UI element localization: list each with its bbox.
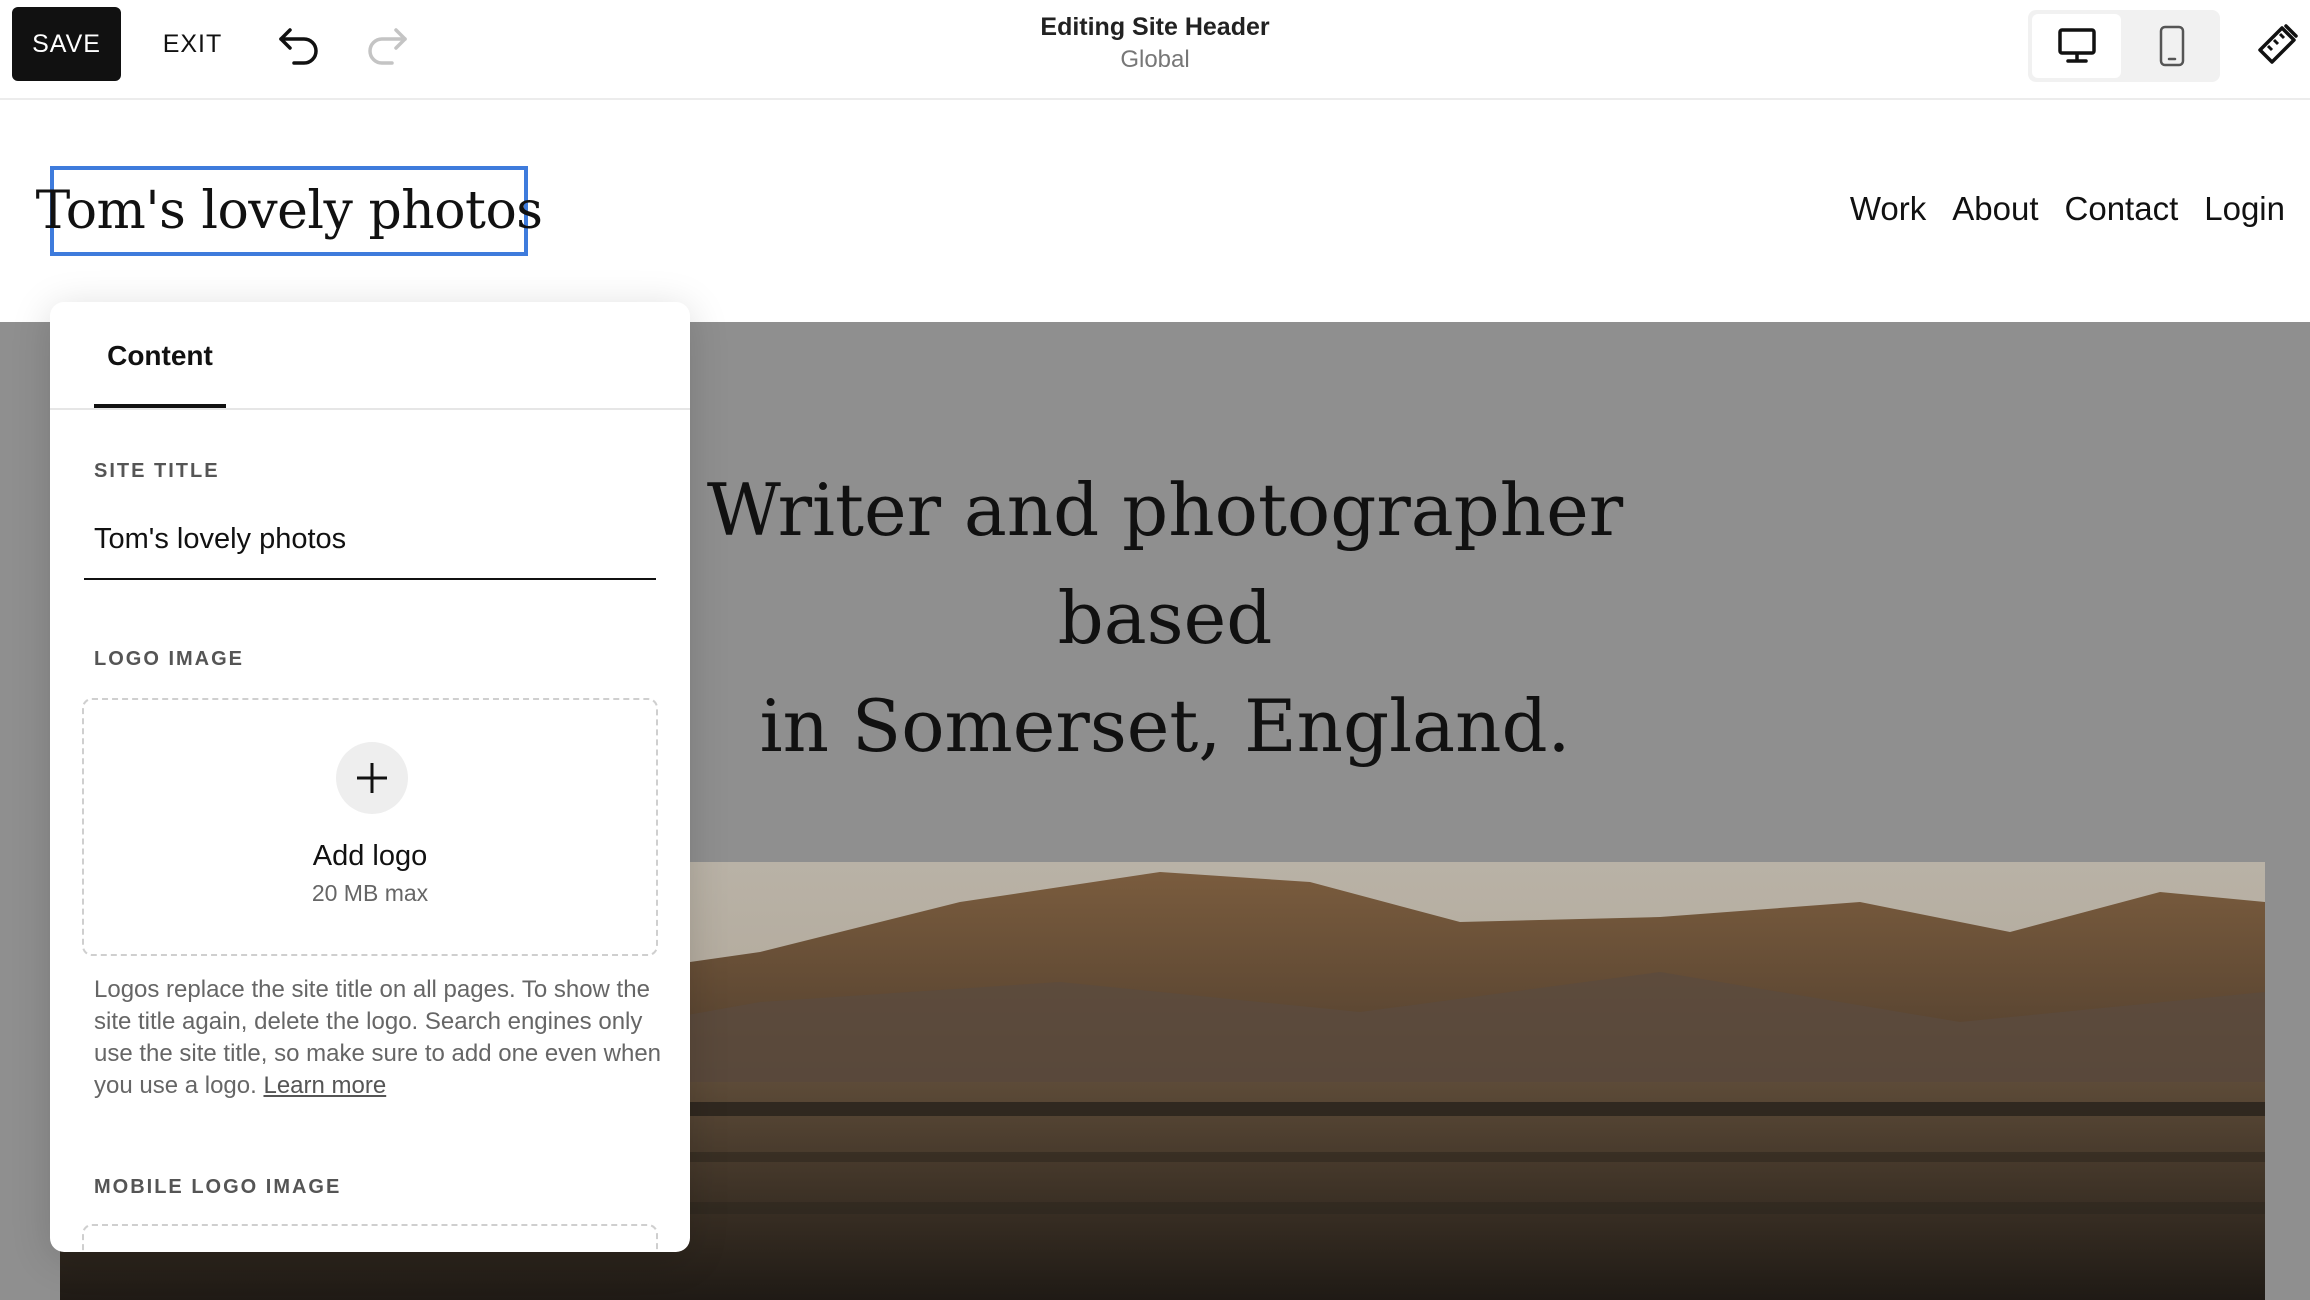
hero-heading: Writer and photographer based in Somerse… [640,456,1690,780]
mobile-icon [2159,25,2184,67]
desktop-view-button[interactable] [2032,14,2121,78]
editing-title: Editing Site Header [1040,13,1270,41]
nav-link-login[interactable]: Login [2204,190,2285,234]
nav-link-contact[interactable]: Contact [2065,190,2179,234]
device-toggle [2028,10,2220,82]
hero-heading-line-2: in Somerset, England. [759,684,1571,768]
site-title: Tom's lovely photos [35,181,543,241]
active-tab-indicator [94,404,226,408]
site-title-selection[interactable]: Tom's lovely photos [36,166,543,256]
tab-content[interactable]: Content [94,302,226,410]
logo-dropzone[interactable]: Add logo 20 MB max [82,698,658,956]
site-title-label: SITE TITLE [94,460,220,482]
hero-heading-line-1: Writer and photographer based [706,468,1624,660]
site-header-editor-panel: Content SITE TITLE LOGO IMAGE Add logo 2… [50,302,690,1252]
site-nav: Work About Contact Login [1824,190,2285,234]
mobile-view-button[interactable] [2127,14,2216,78]
editor-toolbar: SAVE EXIT Editing Site Header Global [0,0,2310,100]
mobile-logo-dropzone[interactable] [82,1224,658,1252]
editing-subtitle: Global [1120,46,1190,73]
nav-link-work[interactable]: Work [1850,190,1926,234]
desktop-icon [2057,28,2096,63]
logo-help-text: Logos replace the site title on all page… [94,974,664,1102]
paintbrush-ruler-icon[interactable] [2252,20,2302,70]
panel-tabs: Content [50,302,690,410]
max-size-label: 20 MB max [311,880,429,906]
plus-icon[interactable] [336,742,408,814]
site-title-input[interactable] [84,500,656,580]
nav-link-about[interactable]: About [1952,190,2038,234]
learn-more-link[interactable]: Learn more [263,1072,386,1099]
logo-image-label: LOGO IMAGE [94,648,244,670]
mobile-logo-image-label: MOBILE LOGO IMAGE [94,1176,342,1198]
add-logo-label: Add logo [312,840,428,872]
